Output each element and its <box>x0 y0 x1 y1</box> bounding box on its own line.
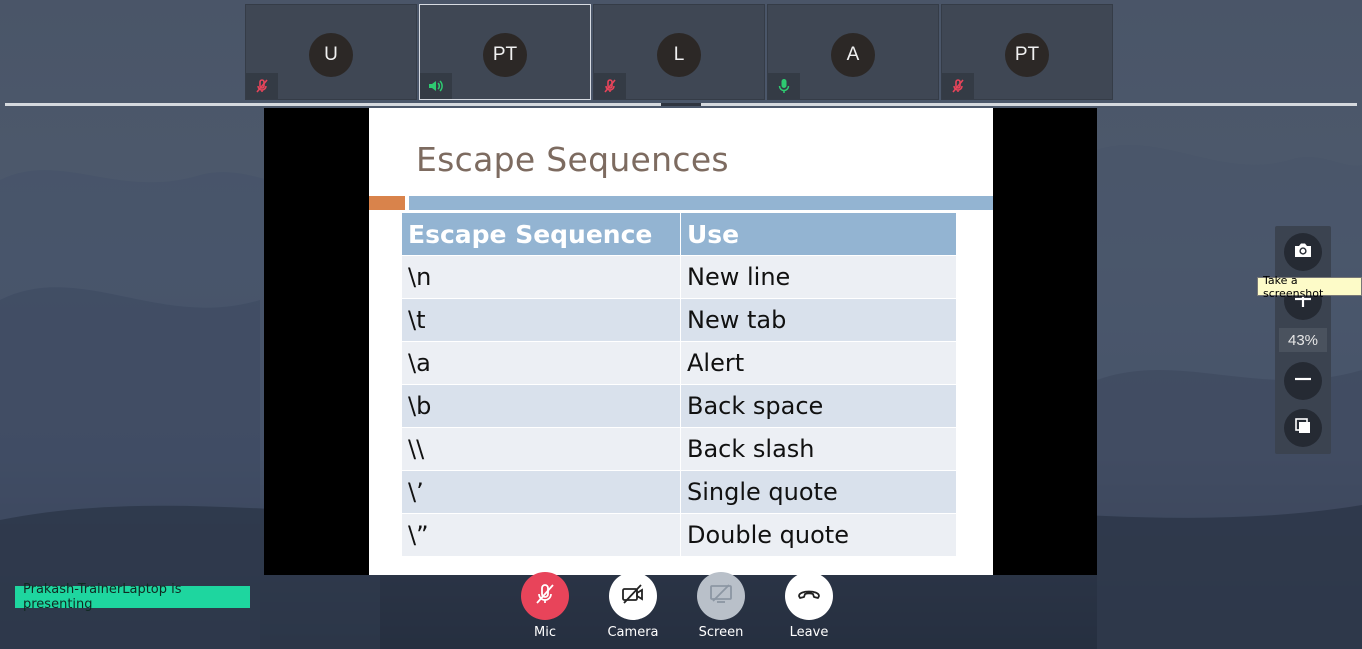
screen-control[interactable]: Screen <box>691 572 751 640</box>
shared-screen: Escape Sequences Escape Sequence Use \n … <box>264 108 1097 575</box>
screen-label: Screen <box>698 625 744 640</box>
participant-tile[interactable]: L <box>593 4 765 100</box>
screenshot-button[interactable] <box>1284 233 1322 271</box>
avatar: U <box>309 33 353 77</box>
leave-button[interactable] <box>785 572 833 620</box>
table-row: \a Alert <box>401 341 957 385</box>
zoom-panel: 43% <box>1275 226 1331 454</box>
mic-on-icon <box>768 73 800 99</box>
screen-share-off-icon <box>708 582 734 611</box>
hang-up-icon <box>796 582 822 611</box>
mic-label: Mic <box>534 625 556 640</box>
participant-strip: U PT L A PT <box>245 4 1117 102</box>
camera-control[interactable]: Camera <box>603 572 663 640</box>
use-cell: Back slash <box>680 427 957 471</box>
zoom-level: 43% <box>1279 328 1327 352</box>
column-header: Use <box>680 212 957 256</box>
use-cell: Alert <box>680 341 957 385</box>
screenshot-tooltip: Take a screenshot <box>1257 274 1362 300</box>
column-header: Escape Sequence <box>401 212 681 256</box>
presentation-slide: Escape Sequences Escape Sequence Use \n … <box>369 108 993 575</box>
table-row: \n New line <box>401 255 957 299</box>
participant-tile[interactable]: U <box>245 4 417 100</box>
slide-divider-bar <box>409 196 993 210</box>
sequence-cell: \a <box>401 341 681 385</box>
mic-muted-icon <box>246 73 278 99</box>
sequence-cell: \\ <box>401 427 681 471</box>
mic-control[interactable]: Mic <box>515 572 575 640</box>
fit-screen-button[interactable] <box>1284 409 1322 447</box>
mic-button[interactable] <box>521 572 569 620</box>
mic-muted-icon <box>942 73 974 99</box>
table-header-row: Escape Sequence Use <box>401 212 957 256</box>
table-row: \b Back space <box>401 384 957 428</box>
presenting-badge: Prakash-TrainerLaptop is presenting <box>15 582 250 612</box>
sequence-cell: \t <box>401 298 681 342</box>
copy-window-icon <box>1293 416 1313 441</box>
mic-muted-icon <box>594 73 626 99</box>
table-row: \’ Single quote <box>401 470 957 514</box>
table-row: \t New tab <box>401 298 957 342</box>
sequence-cell: \b <box>401 384 681 428</box>
leave-label: Leave <box>789 625 829 640</box>
zoom-out-button[interactable] <box>1284 362 1322 400</box>
sequence-cell: \” <box>401 513 681 557</box>
use-cell: New line <box>680 255 957 299</box>
use-cell: Back space <box>680 384 957 428</box>
participant-tile[interactable]: A <box>767 4 939 100</box>
participant-tile[interactable]: PT <box>941 4 1113 100</box>
strip-collapse-handle[interactable] <box>661 103 701 106</box>
camera-off-icon <box>620 582 646 611</box>
avatar: PT <box>1005 33 1049 77</box>
mic-off-icon <box>533 582 557 611</box>
avatar: PT <box>483 33 527 77</box>
avatar: A <box>831 33 875 77</box>
use-cell: Double quote <box>680 513 957 557</box>
camera-label: Camera <box>607 625 659 640</box>
participant-tile-active[interactable]: PT <box>419 4 591 100</box>
avatar: L <box>657 33 701 77</box>
screen-share-button[interactable] <box>697 572 745 620</box>
sequence-cell: \’ <box>401 470 681 514</box>
use-cell: Single quote <box>680 470 957 514</box>
slide-title: Escape Sequences <box>416 140 729 179</box>
table-row: \” Double quote <box>401 513 957 557</box>
slide-accent-bar <box>369 196 405 210</box>
minus-icon <box>1293 369 1313 394</box>
escape-sequence-table: Escape Sequence Use \n New line \t New t… <box>401 212 957 557</box>
table-row: \\ Back slash <box>401 427 957 471</box>
use-cell: New tab <box>680 298 957 342</box>
camera-button[interactable] <box>609 572 657 620</box>
speaker-active-icon <box>420 73 452 99</box>
camera-icon <box>1293 241 1313 264</box>
sequence-cell: \n <box>401 255 681 299</box>
leave-control[interactable]: Leave <box>779 572 839 640</box>
